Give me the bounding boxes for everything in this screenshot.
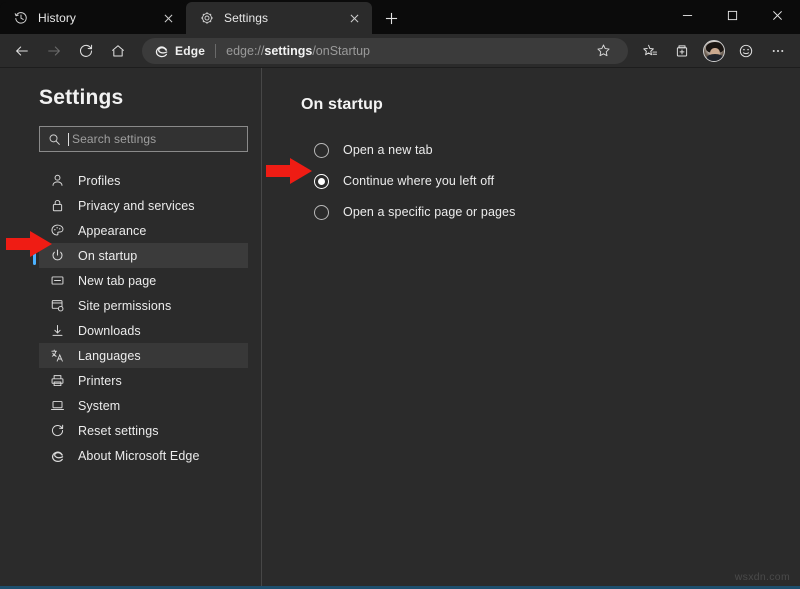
url-text: edge://settings/onStartup bbox=[226, 44, 583, 58]
radio-button[interactable] bbox=[314, 174, 329, 189]
settings-sidebar: Settings Search settings bbox=[0, 68, 262, 589]
favorites-list-icon[interactable] bbox=[634, 37, 666, 65]
sidebar-item-label: On startup bbox=[78, 249, 137, 263]
sidebar-item-privacy-and-services[interactable]: Privacy and services bbox=[39, 193, 248, 218]
maximize-button[interactable] bbox=[710, 0, 755, 30]
radio-button[interactable] bbox=[314, 205, 329, 220]
omnibox-divider bbox=[215, 44, 216, 58]
newtab-icon bbox=[49, 273, 65, 289]
profile-avatar[interactable] bbox=[698, 37, 730, 65]
browser-tab-history[interactable]: History bbox=[0, 2, 186, 34]
power-icon bbox=[49, 248, 65, 264]
person-icon bbox=[49, 173, 65, 189]
printer-icon bbox=[49, 373, 65, 389]
tab-close-button[interactable] bbox=[160, 10, 176, 26]
sidebar-item-new-tab-page[interactable]: New tab page bbox=[39, 268, 248, 293]
sidebar-item-label: Languages bbox=[78, 349, 141, 363]
radio-option-open-a-new-tab[interactable]: Open a new tab bbox=[301, 139, 800, 161]
page-content: Settings Search settings bbox=[0, 68, 800, 589]
settings-main-panel: On startup Open a new tab Continue where… bbox=[262, 68, 800, 589]
home-button[interactable] bbox=[102, 37, 134, 65]
search-icon bbox=[48, 133, 61, 146]
sidebar-item-label: Profiles bbox=[78, 174, 120, 188]
search-settings-input[interactable]: Search settings bbox=[39, 126, 248, 152]
tab-title: Settings bbox=[224, 11, 337, 25]
radio-label: Continue where you left off bbox=[343, 174, 494, 188]
sidebar-item-label: Privacy and services bbox=[78, 199, 195, 213]
settings-nav-list: Profiles Privacy and services bbox=[0, 168, 261, 468]
browser-tab-settings[interactable]: Settings bbox=[186, 2, 372, 34]
edge-browser-window: History Settings bbox=[0, 0, 800, 589]
languages-icon bbox=[49, 348, 65, 364]
sidebar-item-printers[interactable]: Printers bbox=[39, 368, 248, 393]
tab-close-button[interactable] bbox=[346, 10, 362, 26]
tab-strip: History Settings bbox=[0, 0, 800, 34]
download-icon bbox=[49, 323, 65, 339]
more-options-icon[interactable] bbox=[762, 37, 794, 65]
avatar-body bbox=[707, 54, 723, 61]
sidebar-item-on-startup[interactable]: On startup bbox=[39, 243, 248, 268]
new-tab-button[interactable] bbox=[376, 3, 406, 33]
sidebar-item-profiles[interactable]: Profiles bbox=[39, 168, 248, 193]
window-controls bbox=[665, 0, 800, 34]
back-button[interactable] bbox=[6, 37, 38, 65]
sidebar-item-downloads[interactable]: Downloads bbox=[39, 318, 248, 343]
close-button[interactable] bbox=[755, 0, 800, 30]
sidebar-item-label: Downloads bbox=[78, 324, 141, 338]
sidebar-item-about-microsoft-edge[interactable]: About Microsoft Edge bbox=[39, 443, 248, 468]
sidebar-item-label: New tab page bbox=[78, 274, 156, 288]
sidebar-item-languages[interactable]: Languages bbox=[39, 343, 248, 368]
sidebar-item-label: Printers bbox=[78, 374, 122, 388]
sidebar-item-label: Appearance bbox=[78, 224, 146, 238]
edge-logo-icon bbox=[49, 448, 65, 464]
radio-label: Open a specific page or pages bbox=[343, 205, 515, 219]
section-heading: On startup bbox=[301, 96, 800, 114]
avatar bbox=[703, 40, 725, 62]
minimize-button[interactable] bbox=[665, 0, 710, 30]
radio-option-continue-where-you-left-off[interactable]: Continue where you left off bbox=[301, 170, 800, 192]
gear-icon bbox=[199, 10, 215, 26]
history-icon bbox=[13, 10, 29, 26]
browser-toolbar: Edge edge://settings/onStartup bbox=[0, 34, 800, 68]
sidebar-item-label: System bbox=[78, 399, 120, 413]
sidebar-item-label: Reset settings bbox=[78, 424, 159, 438]
edge-site-badge: Edge bbox=[154, 43, 205, 58]
tab-title: History bbox=[38, 11, 151, 25]
favorite-star-icon[interactable] bbox=[590, 39, 616, 63]
radio-label: Open a new tab bbox=[343, 143, 433, 157]
radio-option-open-a-specific-page-or-pages[interactable]: Open a specific page or pages bbox=[301, 201, 800, 223]
sidebar-item-label: Site permissions bbox=[78, 299, 171, 313]
edge-badge-label: Edge bbox=[175, 44, 205, 58]
palette-icon bbox=[49, 223, 65, 239]
page-title: Settings bbox=[0, 86, 261, 110]
url-host: settings bbox=[264, 44, 312, 58]
sidebar-item-reset-settings[interactable]: Reset settings bbox=[39, 418, 248, 443]
search-placeholder: Search settings bbox=[72, 132, 156, 146]
reset-icon bbox=[49, 423, 65, 439]
collections-icon[interactable] bbox=[666, 37, 698, 65]
url-path: /onStartup bbox=[312, 44, 370, 58]
refresh-button[interactable] bbox=[70, 37, 102, 65]
forward-button[interactable] bbox=[38, 37, 70, 65]
text-caret bbox=[68, 133, 69, 146]
lock-icon bbox=[49, 198, 65, 214]
laptop-icon bbox=[49, 398, 65, 414]
sidebar-item-site-permissions[interactable]: Site permissions bbox=[39, 293, 248, 318]
sidebar-item-appearance[interactable]: Appearance bbox=[39, 218, 248, 243]
address-bar[interactable]: Edge edge://settings/onStartup bbox=[142, 38, 628, 64]
watermark: wsxdn.com bbox=[735, 571, 790, 583]
radio-button[interactable] bbox=[314, 143, 329, 158]
permissions-icon bbox=[49, 298, 65, 314]
sidebar-item-label: About Microsoft Edge bbox=[78, 449, 200, 463]
url-prefix: edge:// bbox=[226, 44, 264, 58]
sidebar-item-system[interactable]: System bbox=[39, 393, 248, 418]
feedback-smiley-icon[interactable] bbox=[730, 37, 762, 65]
